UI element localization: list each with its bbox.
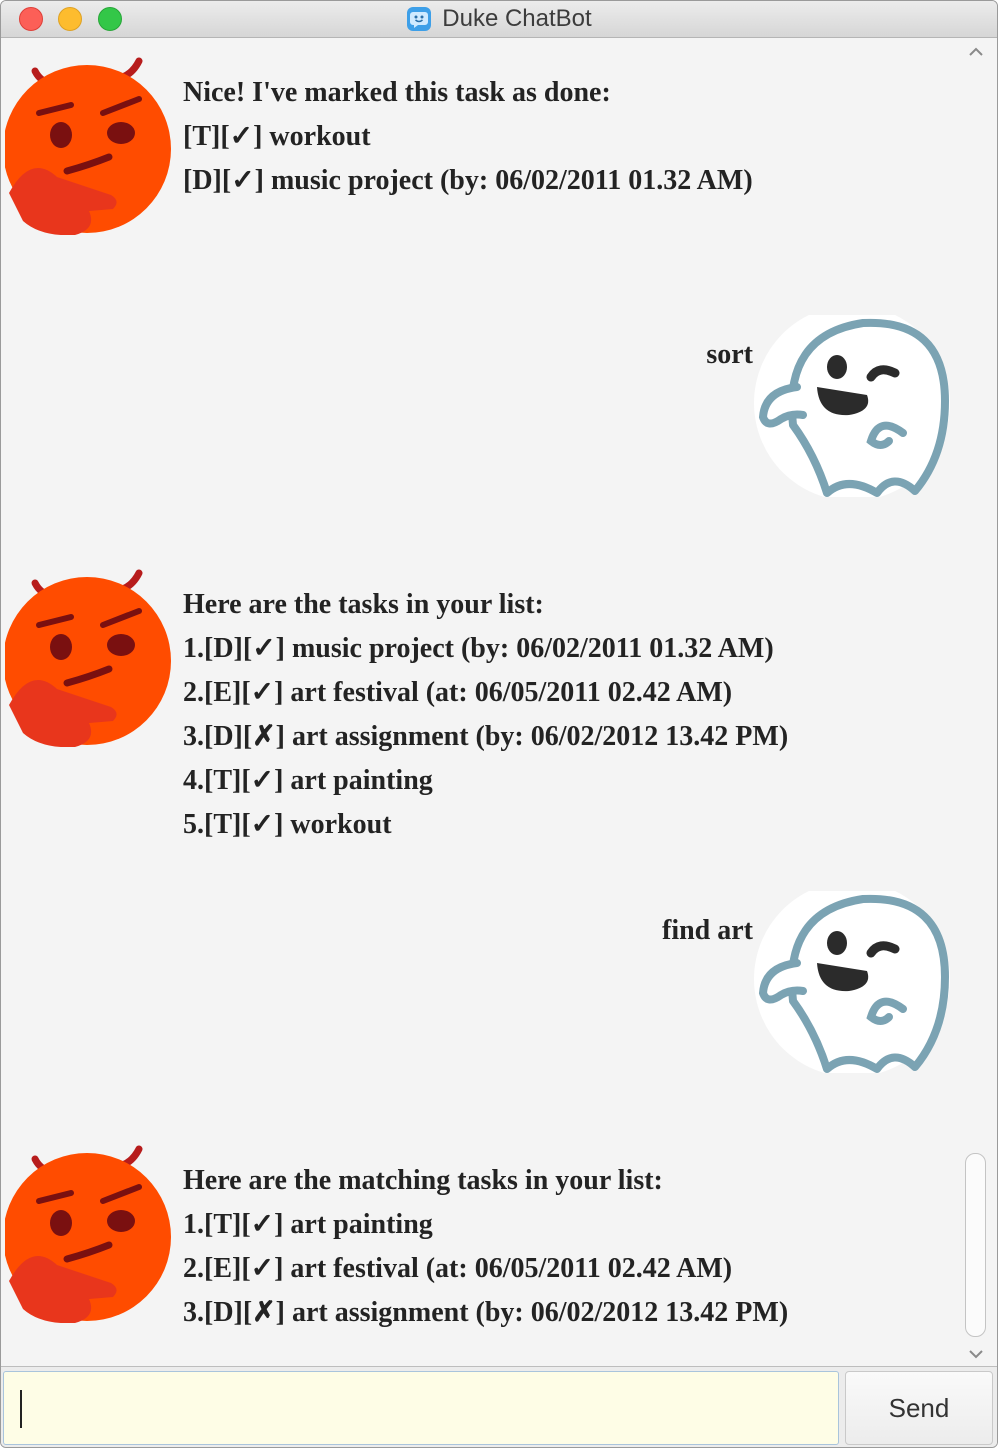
chat-bubble-icon	[407, 7, 432, 31]
thinking-devil-face-icon	[5, 57, 171, 235]
thinking-devil-face-icon	[5, 569, 171, 747]
user-message: sort	[5, 315, 961, 497]
title-bar: Duke ChatBot	[1, 1, 997, 38]
message-line: Here are the matching tasks in your list…	[183, 1165, 663, 1196]
window-title: Duke ChatBot	[442, 5, 592, 32]
message-line: [D][✓] music project (by: 06/02/2011 01.…	[183, 165, 753, 196]
message-line: 2.[E][✓] art festival (at: 06/05/2011 02…	[183, 677, 733, 708]
message-line: 5.[T][✓] workout	[183, 809, 392, 840]
text-caret	[20, 1390, 22, 1428]
message-input[interactable]	[3, 1371, 839, 1445]
message-line: 4.[T][✓] art painting	[183, 765, 433, 796]
input-bar: Send	[1, 1366, 997, 1447]
vertical-scrollbar[interactable]	[961, 39, 991, 1365]
user-message-text: sort	[706, 339, 753, 370]
chat-scroll-pane[interactable]: Nice! I've marked this task as done: [T]…	[5, 39, 961, 1365]
message-line: Nice! I've marked this task as done:	[183, 77, 611, 108]
chevron-down-icon[interactable]	[967, 1347, 985, 1361]
thinking-devil-face-icon	[5, 1145, 171, 1323]
app-window: Duke ChatBot Nice! I've marked this task…	[0, 0, 998, 1448]
user-message: find art	[5, 891, 961, 1073]
ghost-icon	[754, 891, 950, 1073]
chevron-up-icon[interactable]	[967, 45, 985, 59]
message-line: Here are the tasks in your list:	[183, 589, 544, 620]
message-line: 3.[D][✗] art assignment (by: 06/02/2012 …	[183, 721, 789, 752]
message-line: [T][✓] workout	[183, 121, 371, 152]
message-line: 3.[D][✗] art assignment (by: 06/02/2012 …	[183, 1297, 789, 1328]
message-line: 1.[D][✓] music project (by: 06/02/2011 0…	[183, 633, 774, 664]
scrollbar-thumb[interactable]	[965, 1153, 986, 1337]
message-line: 2.[E][✓] art festival (at: 06/05/2011 02…	[183, 1253, 733, 1284]
user-message-text: find art	[662, 915, 753, 946]
send-button[interactable]: Send	[845, 1371, 993, 1445]
message-line: 1.[T][✓] art painting	[183, 1209, 433, 1240]
ghost-icon	[754, 315, 950, 497]
